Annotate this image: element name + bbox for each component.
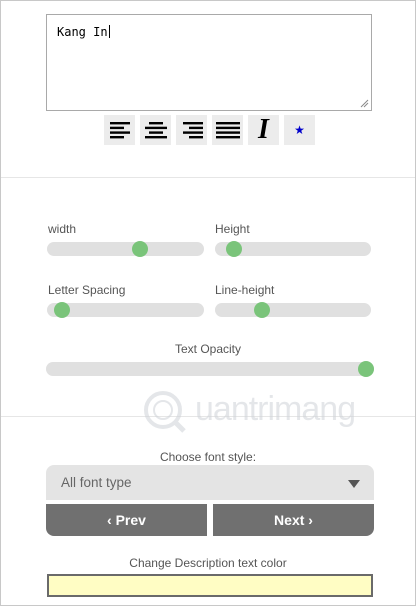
align-left-button[interactable] xyxy=(104,115,135,145)
width-slider[interactable] xyxy=(47,241,204,257)
star-icon: ★ xyxy=(294,123,305,137)
letter-spacing-slider-handle[interactable] xyxy=(54,302,71,318)
line-height-slider-handle[interactable] xyxy=(254,302,271,318)
watermark-q-icon xyxy=(144,391,186,433)
next-button-label: Next › xyxy=(274,512,313,528)
italic-icon: I xyxy=(258,114,269,145)
align-left-icon xyxy=(109,122,130,139)
prev-button-label: ‹ Prev xyxy=(107,512,146,528)
font-type-selected: All font type xyxy=(61,475,132,490)
width-label: width xyxy=(48,222,77,236)
height-label: Height xyxy=(215,222,250,236)
text-caret xyxy=(108,25,110,38)
width-slider-handle[interactable] xyxy=(131,241,148,257)
description-textarea[interactable]: Kang In xyxy=(46,14,372,111)
star-button[interactable]: ★ xyxy=(284,115,315,145)
font-type-select[interactable]: All font type xyxy=(46,465,374,500)
watermark-text: uantrimang xyxy=(195,390,356,428)
text-opacity-slider-handle[interactable] xyxy=(358,361,374,377)
align-justify-button[interactable] xyxy=(212,115,243,145)
text-opacity-slider[interactable] xyxy=(46,361,374,377)
align-center-icon xyxy=(144,122,167,139)
section-divider-2 xyxy=(1,416,415,417)
font-style-label: Choose font style: xyxy=(159,450,257,464)
align-justify-icon xyxy=(215,122,240,139)
align-right-icon xyxy=(182,122,203,139)
resize-handle-icon[interactable] xyxy=(360,99,369,108)
align-right-button[interactable] xyxy=(176,115,207,145)
prev-button[interactable]: ‹ Prev xyxy=(46,504,207,536)
app-frame: Kang In I ★ width Height Letter Spacing … xyxy=(0,0,416,606)
line-height-slider[interactable] xyxy=(215,302,371,318)
text-color-input[interactable] xyxy=(47,574,373,597)
watermark-logo: uantrimang xyxy=(141,386,371,436)
letter-spacing-slider[interactable] xyxy=(47,302,204,318)
italic-button[interactable]: I xyxy=(248,115,279,145)
text-opacity-label: Text Opacity xyxy=(174,342,242,356)
text-color-label: Change Description text color xyxy=(129,556,287,570)
section-divider xyxy=(1,177,415,178)
line-height-label: Line-height xyxy=(215,283,275,297)
next-button[interactable]: Next › xyxy=(213,504,374,536)
letter-spacing-label: Letter Spacing xyxy=(48,283,126,297)
dropdown-arrow-icon xyxy=(348,480,360,488)
textarea-text: Kang In xyxy=(57,25,108,39)
align-center-button[interactable] xyxy=(140,115,171,145)
height-slider[interactable] xyxy=(215,241,371,257)
height-slider-handle[interactable] xyxy=(226,241,243,257)
